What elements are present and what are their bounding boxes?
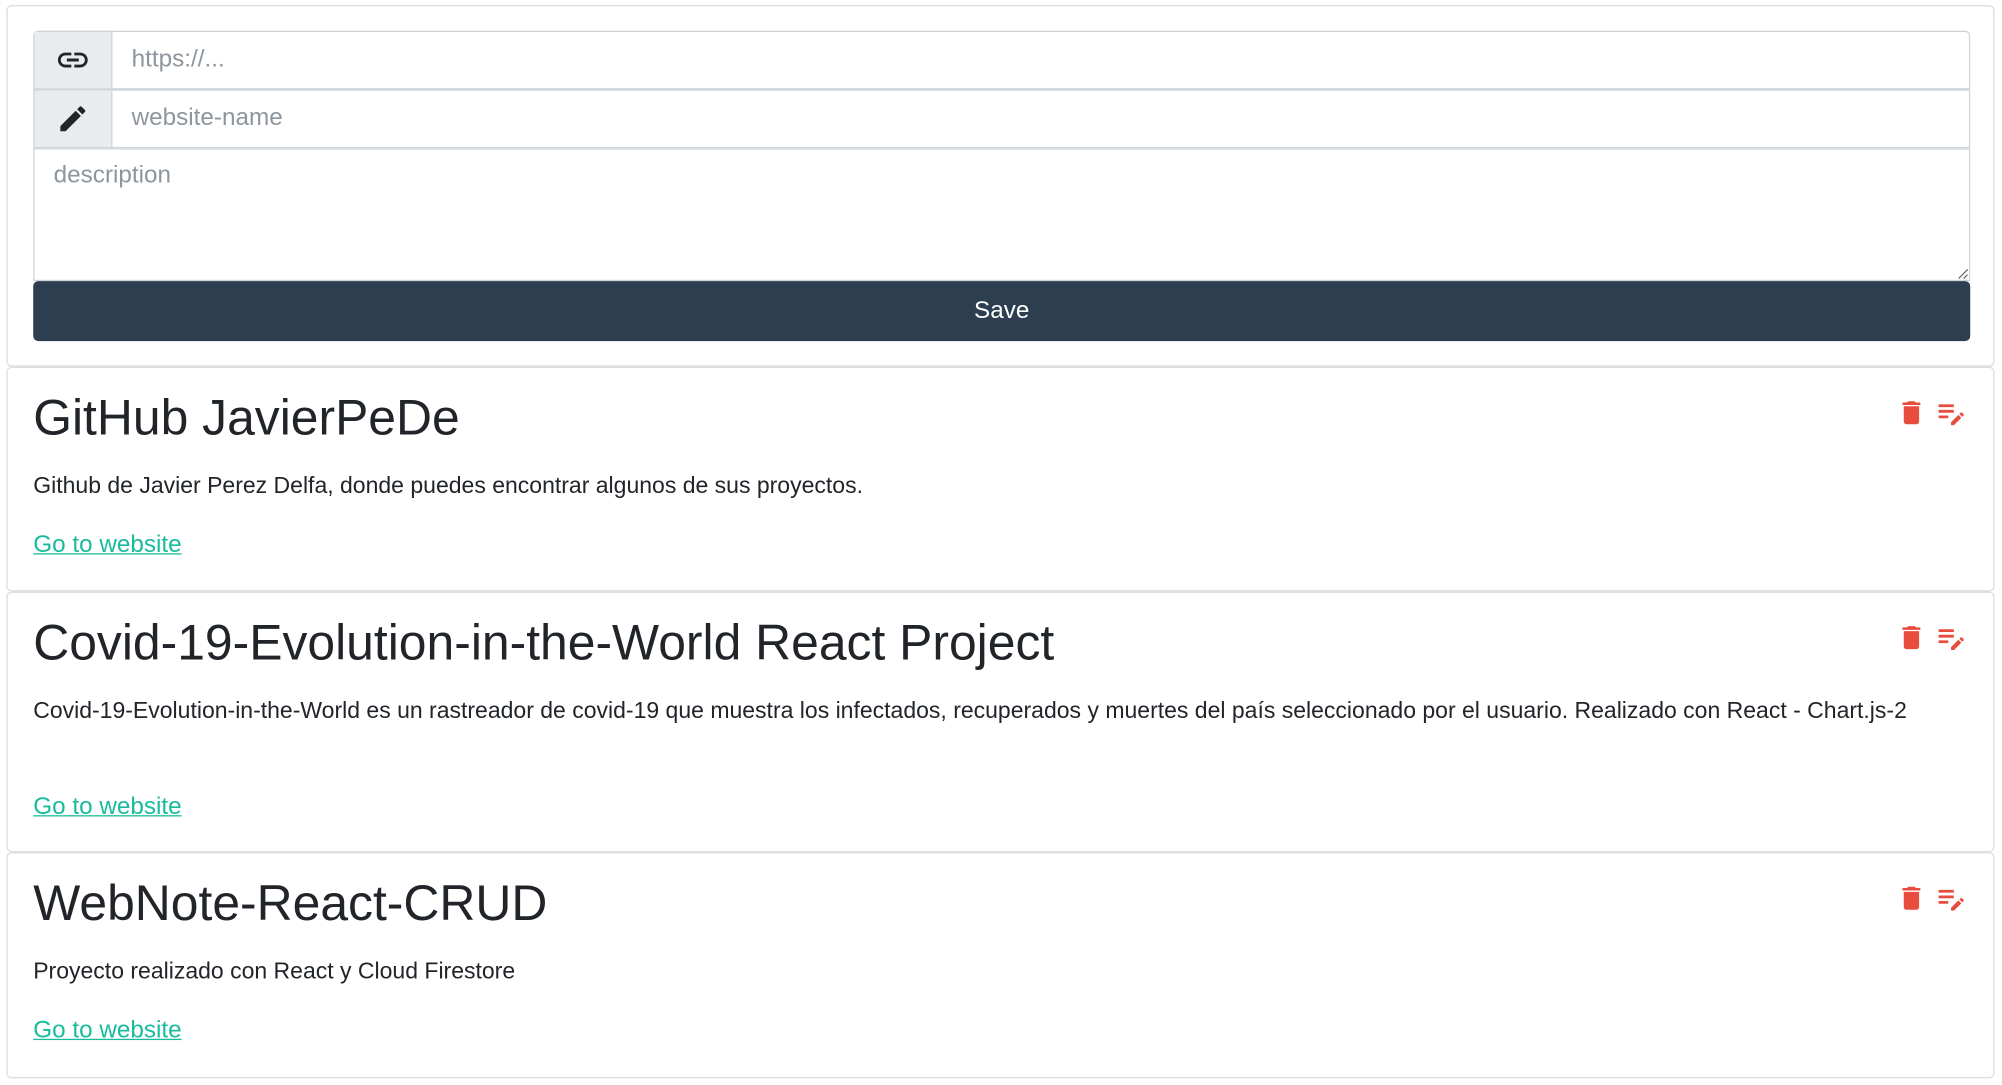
go-to-website-link[interactable]: Go to website bbox=[33, 1017, 181, 1045]
link-card: Covid-19-Evolution-in-the-World React Pr… bbox=[6, 591, 1995, 853]
edit-icon[interactable] bbox=[1934, 396, 1967, 429]
link-actions bbox=[1896, 396, 1968, 429]
save-button[interactable]: Save bbox=[33, 281, 1971, 342]
go-to-website-link[interactable]: Go to website bbox=[33, 793, 181, 821]
link-description: Github de Javier Perez Delfa, donde pued… bbox=[33, 472, 863, 499]
link-card: WebNote-React-CRUD Proyecto realizado co… bbox=[6, 852, 1995, 1079]
trash-icon[interactable] bbox=[1896, 396, 1927, 429]
link-description: Proyecto realizado con React y Cloud Fir… bbox=[33, 958, 516, 984]
link-description: Covid-19-Evolution-in-the-World es un ra… bbox=[33, 697, 1907, 724]
website-name-input[interactable] bbox=[112, 90, 1969, 147]
pencil-icon bbox=[34, 90, 113, 147]
link-form: Save bbox=[6, 5, 1995, 367]
trash-icon[interactable] bbox=[1896, 882, 1927, 915]
link-icon bbox=[34, 31, 113, 89]
link-actions bbox=[1896, 882, 1968, 915]
link-card: GitHub JavierPeDe Github de Javier Perez… bbox=[6, 366, 1995, 592]
edit-icon[interactable] bbox=[1934, 621, 1967, 654]
description-textarea[interactable] bbox=[33, 148, 1971, 282]
edit-icon[interactable] bbox=[1934, 882, 1967, 915]
go-to-website-link[interactable]: Go to website bbox=[33, 532, 181, 560]
name-input-group bbox=[33, 89, 1971, 149]
url-input[interactable] bbox=[112, 31, 1969, 89]
link-title: WebNote-React-CRUD bbox=[33, 876, 548, 932]
link-title: GitHub JavierPeDe bbox=[33, 390, 460, 446]
link-title: Covid-19-Evolution-in-the-World React Pr… bbox=[33, 615, 1055, 671]
url-input-group bbox=[33, 30, 1971, 90]
trash-icon[interactable] bbox=[1896, 621, 1927, 654]
link-actions bbox=[1896, 621, 1968, 654]
